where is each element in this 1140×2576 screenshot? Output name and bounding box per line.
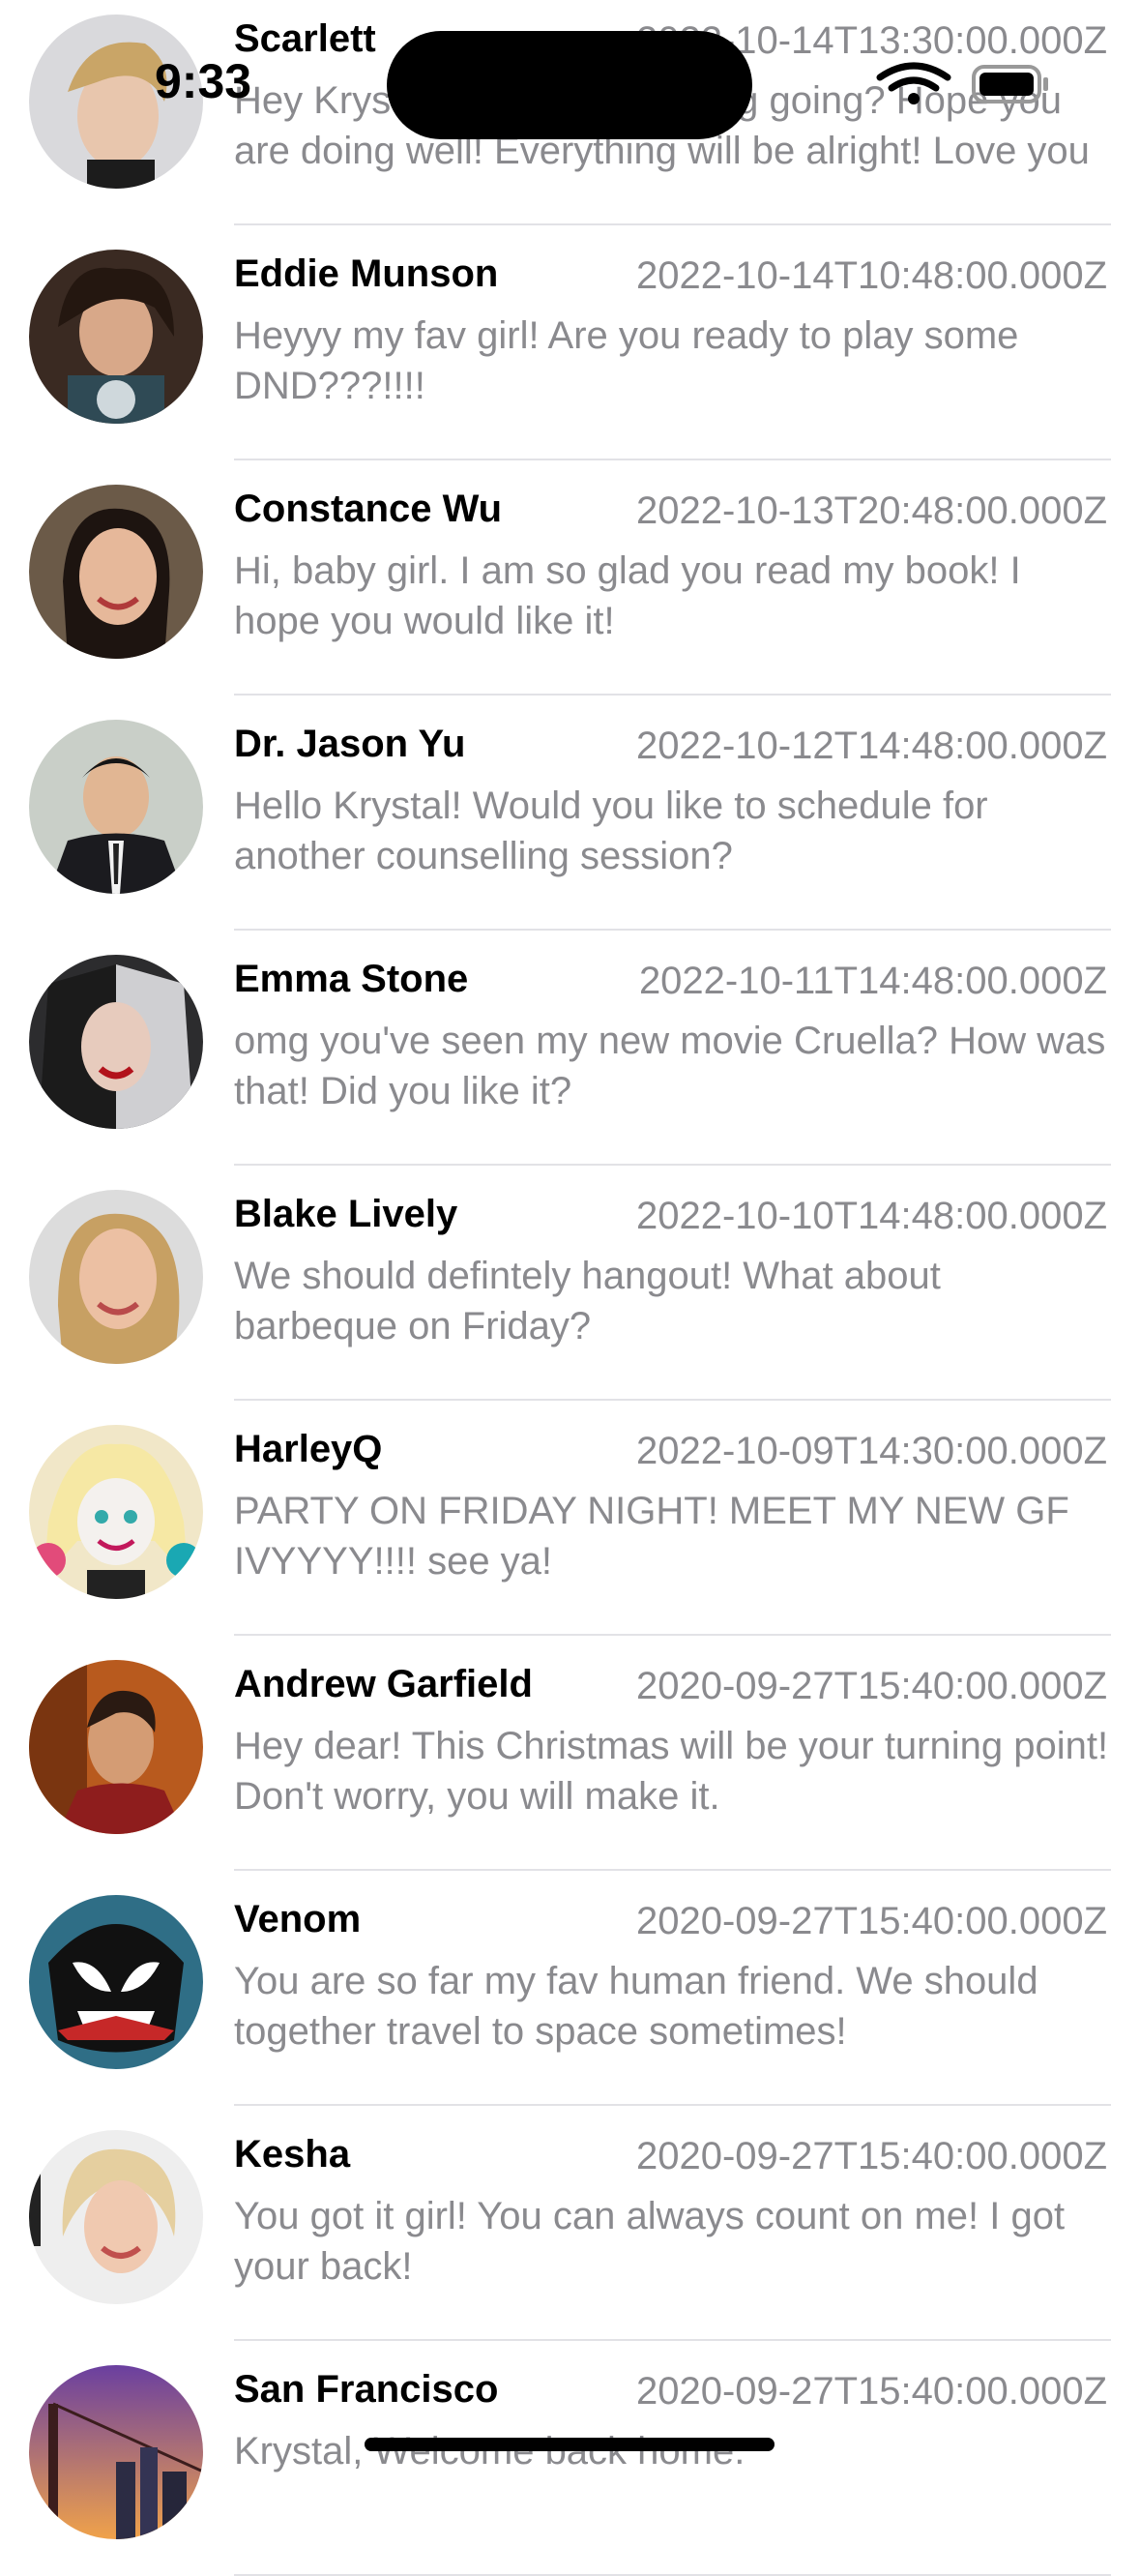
conversation-row[interactable]: Kesha 2020-09-27T15:40:00.000Z You got i… [0, 2106, 1140, 2341]
contact-name: Blake Lively [234, 1193, 458, 1235]
message-preview: We should defintely hangout! What about … [234, 1255, 941, 1347]
message-timestamp: 2022-10-09T14:30:00.000Z [635, 1430, 1107, 1472]
conversation-row[interactable]: Constance Wu 2022-10-13T20:48:00.000Z Hi… [0, 460, 1140, 696]
contact-name: Venom [234, 1898, 362, 1940]
conversation-row[interactable]: San Francisco 2020-09-27T15:40:00.000Z K… [0, 2341, 1140, 2576]
message-timestamp: 2020-09-27T15:40:00.000Z [635, 1665, 1107, 1707]
conversation-row[interactable]: Venom 2020-09-27T15:40:00.000Z You are s… [0, 1871, 1140, 2106]
conversation-row[interactable]: Emma Stone 2022-10-11T14:48:00.000Z omg … [0, 931, 1140, 1166]
message-timestamp: 2022-10-10T14:48:00.000Z [635, 1195, 1107, 1237]
contact-name: San Francisco [234, 2368, 499, 2411]
message-preview: Hey dear! This Christmas will be your tu… [234, 1725, 1109, 1818]
message-timestamp: 2020-09-27T15:40:00.000Z [635, 1900, 1107, 1942]
message-preview: Heyyy my fav girl! Are you ready to play… [234, 314, 1019, 407]
message-timestamp: 2022-10-11T14:48:00.000Z [638, 960, 1107, 1002]
contact-name: Scarlett [234, 17, 376, 60]
status-icons [870, 60, 1064, 108]
man-avatar-icon [29, 1660, 203, 1834]
cartoon-clown-avatar-icon [29, 1425, 203, 1599]
message-timestamp: 2022-10-14T10:48:00.000Z [635, 254, 1107, 297]
message-timestamp: 2020-09-27T15:40:00.000Z [635, 2135, 1107, 2177]
contact-name: Andrew Garfield [234, 1663, 533, 1705]
man-in-suit-avatar-icon [29, 720, 203, 894]
venom-avatar-icon [29, 1895, 203, 2069]
blonde-woman-avatar-icon [29, 1190, 203, 1364]
message-preview: Hello Krystal! Would you like to schedul… [234, 785, 988, 877]
message-timestamp: 2020-09-27T15:40:00.000Z [635, 2370, 1107, 2413]
message-preview: Krystal, Welcome back home. [234, 2430, 745, 2472]
status-bar-time: 9:33 [155, 54, 252, 108]
contact-name: Kesha [234, 2133, 351, 2176]
conversation-row[interactable]: Dr. Jason Yu 2022-10-12T14:48:00.000Z He… [0, 696, 1140, 931]
message-preview: omg you've seen my new movie Cruella? Ho… [234, 1020, 1106, 1112]
woman-avatar-icon [29, 485, 203, 659]
cruella-avatar-icon [29, 955, 203, 1129]
city-bridge-avatar-icon [29, 2365, 203, 2539]
message-preview: PARTY ON FRIDAY NIGHT! MEET MY NEW GF IV… [234, 1490, 1069, 1583]
conversation-row[interactable]: Eddie Munson 2022-10-14T10:48:00.000Z He… [0, 225, 1140, 460]
contact-name: Dr. Jason Yu [234, 723, 466, 765]
rocker-avatar-icon [29, 250, 203, 424]
contact-name: Emma Stone [234, 958, 469, 1000]
contact-name: Eddie Munson [234, 252, 499, 295]
contact-name: HarleyQ [234, 1428, 383, 1470]
message-timestamp: 2022-10-12T14:48:00.000Z [635, 725, 1107, 767]
dynamic-island [387, 31, 752, 139]
message-preview: You got it girl! You can always count on… [234, 2195, 1066, 2288]
conversation-row[interactable]: Andrew Garfield 2020-09-27T15:40:00.000Z… [0, 1636, 1140, 1871]
contact-name: Constance Wu [234, 488, 503, 530]
message-preview: You are so far my fav human friend. We s… [234, 1960, 1038, 2053]
home-indicator[interactable] [365, 2438, 775, 2451]
conversation-row[interactable]: Blake Lively 2022-10-10T14:48:00.000Z We… [0, 1166, 1140, 1401]
message-timestamp: 2022-10-13T20:48:00.000Z [635, 489, 1107, 532]
conversation-row[interactable]: HarleyQ 2022-10-09T14:30:00.000Z PARTY O… [0, 1401, 1140, 1636]
message-preview: Hi, baby girl. I am so glad you read my … [234, 549, 1021, 642]
conversation-list[interactable]: Scarlett 2022-10-14T13:30:00.000Z Hey Kr… [0, 0, 1140, 2576]
blonde-woman-avatar-icon [29, 2130, 203, 2304]
wifi-icon [876, 62, 1048, 104]
